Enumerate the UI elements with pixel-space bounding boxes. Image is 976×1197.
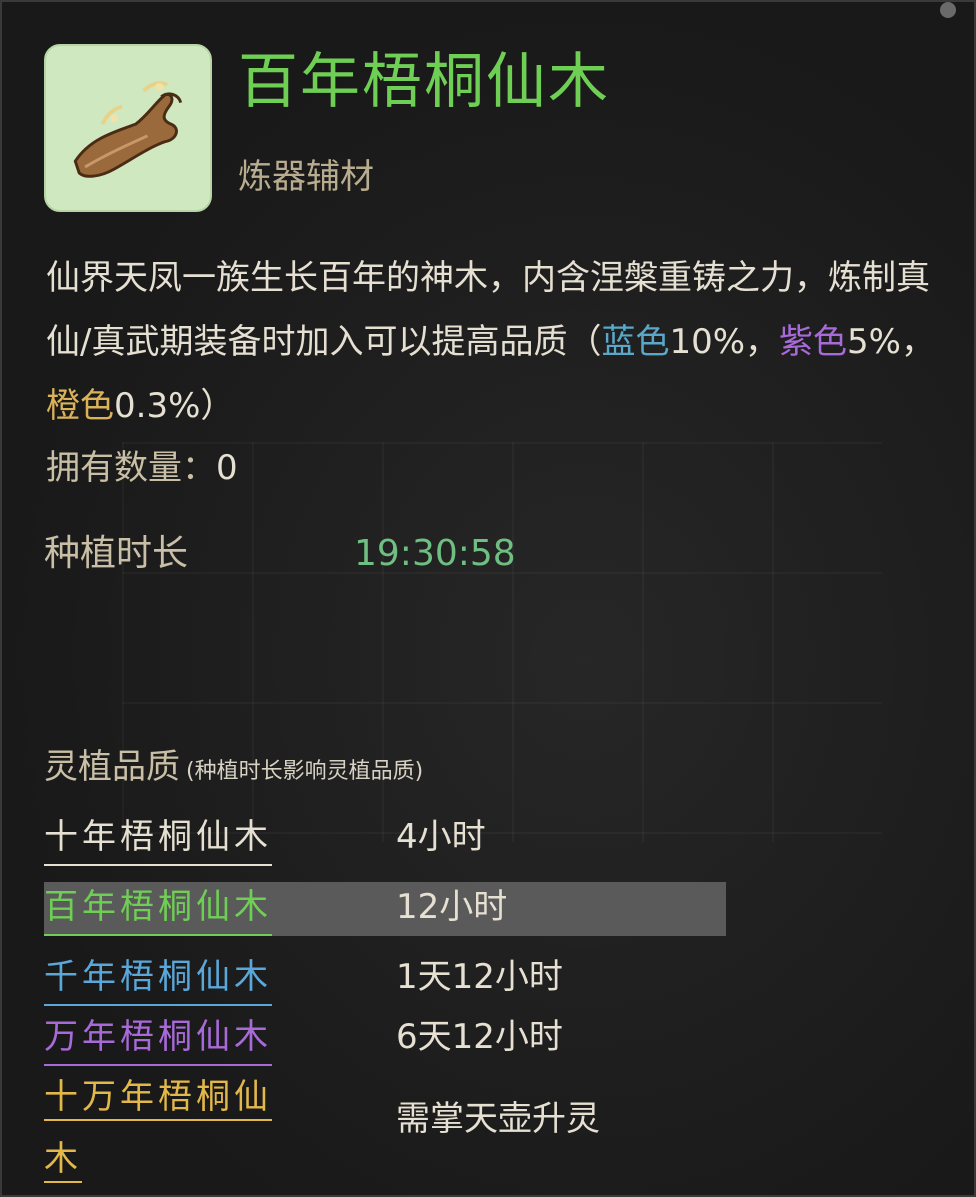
- quality-tier-name-line1: 十万年梧桐仙: [44, 1077, 272, 1121]
- item-name: 百年梧桐仙木: [238, 47, 610, 117]
- wood-branch-icon: [44, 44, 212, 212]
- quality-tier-duration: 需掌天壶升灵: [396, 1099, 600, 1139]
- purple-quality-label: 紫色: [779, 322, 848, 362]
- planting-duration-label: 种植时长: [44, 533, 189, 574]
- blue-quality-value: 10%，: [669, 322, 780, 362]
- planting-duration-timer: 19:30:58: [354, 533, 516, 574]
- quality-tier-name[interactable]: 十年梧桐仙木: [44, 812, 272, 866]
- quality-tier-duration: 6天12小时: [396, 1017, 563, 1057]
- purple-quality-value: 5%，: [847, 322, 935, 362]
- item-description: 仙界天凤一族生长百年的神木，内含涅槃重铸之力，炼制真仙/真武期装备时加入可以提高…: [46, 246, 956, 438]
- orange-quality-label: 橙色: [46, 386, 114, 426]
- quality-tier-row: 十年梧桐仙木 4小时: [44, 812, 726, 866]
- quality-tier-duration: 4小时: [396, 817, 486, 857]
- quality-tier-name[interactable]: 十万年梧桐仙 木: [44, 1066, 304, 1192]
- quality-tier-name[interactable]: 百年梧桐仙木: [44, 882, 272, 936]
- quality-heading: 灵植品质 (种植时长影响灵植品质): [44, 742, 423, 797]
- quality-heading-note: (种植时长影响灵植品质): [186, 759, 424, 784]
- blue-quality-label: 蓝色: [601, 322, 670, 362]
- owned-value: 0: [216, 448, 238, 488]
- quality-tier-duration: 1天12小时: [396, 957, 563, 997]
- item-tooltip-panel: 百年梧桐仙木 炼器辅材 仙界天凤一族生长百年的神木，内含涅槃重铸之力，炼制真仙/…: [0, 0, 976, 1197]
- quality-tier-name-line2: 木: [44, 1139, 82, 1183]
- quality-tier-row: 万年梧桐仙木 6天12小时: [44, 1012, 726, 1066]
- quality-tier-row: 千年梧桐仙木 1天12小时: [44, 952, 726, 1006]
- quality-tier-row: 十万年梧桐仙 木 需掌天壶升灵: [44, 1066, 726, 1186]
- quality-tier-name[interactable]: 千年梧桐仙木: [44, 952, 272, 1006]
- quality-tier-name[interactable]: 万年梧桐仙木: [44, 1012, 272, 1066]
- owned-count: 拥有数量：0: [46, 438, 238, 498]
- orange-quality-value: 0.3%）: [114, 386, 235, 426]
- owned-label: 拥有数量：: [46, 448, 216, 488]
- quality-tier-row-current: 百年梧桐仙木 12小时: [44, 882, 726, 936]
- quality-heading-text: 灵植品质: [44, 747, 180, 787]
- corner-dot-icon: [940, 2, 956, 18]
- item-category: 炼器辅材: [238, 157, 374, 197]
- quality-tier-duration: 12小时: [396, 887, 508, 927]
